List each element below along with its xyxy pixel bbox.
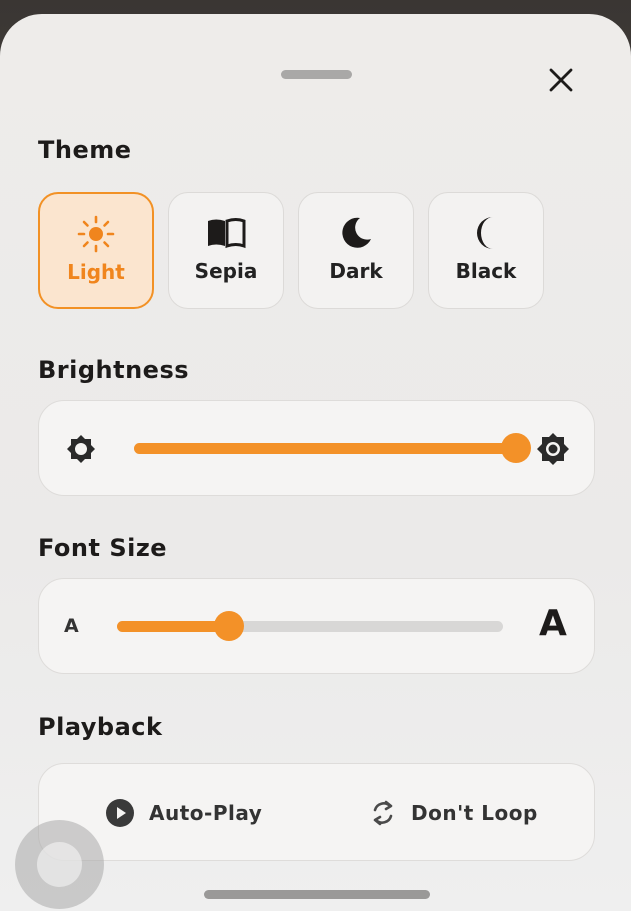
theme-section-title: Theme (38, 136, 132, 164)
crescent-moon-icon (471, 215, 501, 251)
loop-button[interactable]: Don't Loop (369, 798, 538, 828)
close-icon (549, 68, 573, 92)
sheet-grabber[interactable] (281, 70, 352, 79)
settings-sheet: Theme Light Sepia Dark Black Brightness … (0, 14, 631, 911)
font-size-small-label: A (64, 615, 79, 637)
theme-option-black[interactable]: Black (428, 192, 544, 309)
auto-play-label: Auto-Play (149, 801, 263, 825)
font-size-large-label: A (539, 603, 567, 644)
font-size-slider-thumb[interactable] (213, 611, 244, 641)
repeat-icon (373, 800, 393, 826)
playback-panel: Auto-Play Don't Loop (38, 763, 595, 861)
theme-option-light[interactable]: Light (38, 192, 154, 309)
theme-option-dark[interactable]: Dark (298, 192, 414, 309)
brightness-section-title: Brightness (38, 356, 190, 384)
brightness-slider-thumb[interactable] (501, 433, 531, 463)
brightness-panel (38, 400, 595, 496)
brightness-low-icon (65, 433, 97, 469)
brightness-slider-fill (134, 443, 516, 454)
close-button[interactable] (541, 60, 581, 100)
theme-label-light: Light (67, 260, 125, 284)
brightness-high-icon (536, 432, 570, 470)
font-size-section-title: Font Size (38, 534, 168, 562)
loop-label: Don't Loop (411, 801, 538, 825)
home-indicator (204, 890, 430, 899)
sun-icon (76, 215, 116, 253)
auto-play-button[interactable]: Auto-Play (105, 798, 262, 828)
play-circle-icon (106, 799, 134, 827)
theme-label-sepia: Sepia (194, 259, 258, 283)
theme-label-dark: Dark (329, 259, 383, 283)
font-size-panel: A A (38, 578, 595, 674)
moon-icon (338, 215, 374, 251)
theme-label-black: Black (455, 259, 517, 283)
assistive-touch-inner (37, 842, 82, 887)
playback-section-title: Playback (38, 713, 163, 741)
font-size-slider[interactable] (117, 611, 503, 641)
book-open-icon (206, 215, 246, 251)
font-size-slider-fill (117, 621, 229, 632)
assistive-touch-button[interactable] (15, 820, 104, 909)
brightness-slider[interactable] (134, 433, 531, 463)
theme-option-sepia[interactable]: Sepia (168, 192, 284, 309)
